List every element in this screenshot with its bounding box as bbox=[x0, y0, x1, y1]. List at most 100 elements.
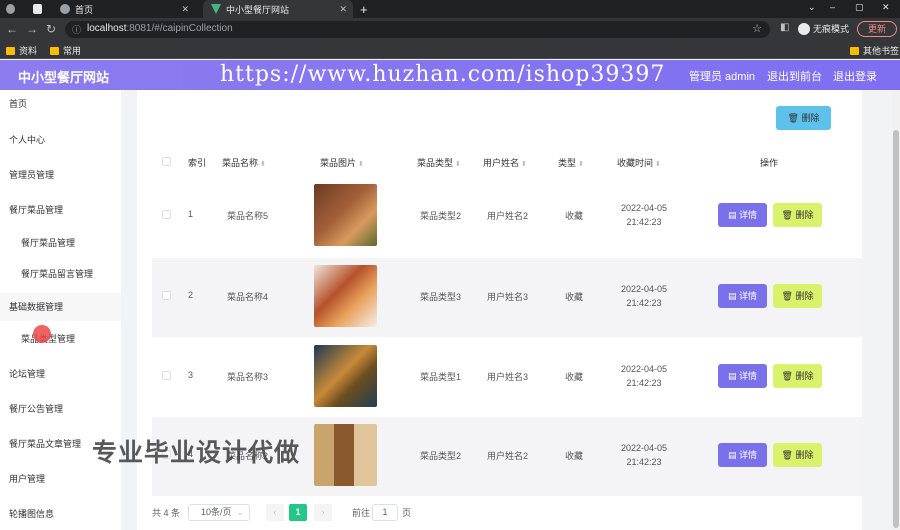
browser-menu-icon[interactable] bbox=[6, 0, 20, 18]
sidebar-item[interactable]: 用户管理 bbox=[0, 465, 121, 493]
page-number-button[interactable]: 1 bbox=[289, 504, 307, 521]
detail-button[interactable]: ▤ 详情 bbox=[718, 284, 767, 308]
delete-button[interactable]: 🗑 删除 bbox=[773, 203, 822, 227]
header-image[interactable]: 菜品图片 ⬍ bbox=[320, 156, 364, 169]
other-bookmarks[interactable]: 其他书签 bbox=[850, 44, 899, 57]
header-user[interactable]: 用户姓名 ⬍ bbox=[483, 156, 527, 169]
detail-button[interactable]: ▤ 详情 bbox=[718, 203, 767, 227]
cell-kind: 收藏 bbox=[565, 211, 584, 221]
logout-link[interactable]: 退出登录 bbox=[833, 68, 877, 84]
delete-button[interactable]: 🗑 删除 bbox=[773, 284, 822, 308]
sidebar-item[interactable]: 餐厅菜品管理 bbox=[0, 196, 121, 224]
header-time-label: 收藏时间 bbox=[617, 158, 654, 168]
new-tab-button[interactable]: + bbox=[360, 0, 368, 18]
globe-icon bbox=[60, 4, 70, 14]
sidebar-item-label: 轮播图信息 bbox=[9, 509, 55, 519]
sort-icon[interactable]: ⬍ bbox=[260, 161, 266, 168]
tab-list-icon[interactable]: ⌄ bbox=[808, 2, 816, 13]
reload-icon[interactable]: ↻ bbox=[46, 22, 56, 36]
cell-user: 用户姓名3 bbox=[487, 372, 529, 382]
sidebar-item-label: 论坛管理 bbox=[9, 369, 46, 379]
delete-button[interactable]: 🗑 删除 bbox=[773, 364, 822, 388]
forward-icon[interactable]: → bbox=[26, 22, 38, 36]
sidebar-item[interactable]: 餐厅公告管理 bbox=[0, 395, 121, 423]
update-button[interactable]: 更新 bbox=[857, 21, 897, 37]
tab-home[interactable]: 首页 ✕ bbox=[55, 0, 195, 18]
bookmark-folder[interactable]: 常用 bbox=[50, 44, 81, 57]
row-checkbox[interactable] bbox=[162, 371, 171, 380]
cell-name: 菜品名称5 bbox=[227, 211, 269, 221]
cell-time: 2022-04-05 21:42:23 bbox=[614, 201, 674, 229]
batch-delete-button[interactable]: 🗑 删除 bbox=[776, 106, 831, 130]
close-tab-icon[interactable]: ✕ bbox=[339, 4, 347, 15]
select-all-checkbox[interactable] bbox=[162, 157, 171, 166]
maximize-icon[interactable]: ▢ bbox=[855, 2, 864, 13]
front-page-link[interactable]: 退出到前台 bbox=[767, 68, 822, 84]
sidebar-item-label: 个人中心 bbox=[9, 135, 46, 145]
close-window-icon[interactable]: ✕ bbox=[882, 2, 890, 13]
sort-icon[interactable]: ⬍ bbox=[578, 161, 584, 168]
sidebar-item[interactable]: 轮播图信息 bbox=[0, 500, 121, 528]
sort-icon[interactable]: ⬍ bbox=[358, 161, 364, 168]
page-size-value: 10条/页 bbox=[201, 507, 232, 517]
bookmark-folder[interactable]: 资料 bbox=[6, 44, 37, 57]
prev-page-button[interactable]: ‹ bbox=[266, 504, 284, 521]
back-icon[interactable]: ← bbox=[6, 22, 18, 36]
tab-search-icon[interactable] bbox=[33, 0, 47, 18]
sidebar-item[interactable]: 管理员管理 bbox=[0, 161, 121, 189]
delete-button[interactable]: 🗑 删除 bbox=[773, 443, 822, 467]
detail-label: 详情 bbox=[739, 291, 758, 301]
sidebar-item[interactable]: 餐厅菜品管理 bbox=[0, 229, 121, 257]
star-icon[interactable]: ☆ bbox=[752, 22, 762, 35]
sidebar-item[interactable]: 首页 bbox=[0, 90, 121, 118]
cell-time: 2022-04-05 21:42:23 bbox=[614, 362, 674, 390]
url-host: localhost bbox=[87, 23, 127, 34]
sidepanel-icon[interactable]: ◧ bbox=[780, 22, 789, 33]
detail-button[interactable]: ▤ 详情 bbox=[718, 443, 767, 467]
trash-icon: 🗑 bbox=[781, 450, 793, 460]
sidebar-item[interactable]: 基础数据管理 bbox=[0, 293, 121, 321]
detail-button[interactable]: ▤ 详情 bbox=[718, 364, 767, 388]
header-kind[interactable]: 类型 ⬍ bbox=[558, 156, 584, 169]
cell-time: 2022-04-05 21:42:23 bbox=[614, 282, 674, 310]
incognito-indicator[interactable]: 无痕模式 bbox=[798, 22, 849, 35]
promo-overlay-text: 专业毕业设计代做 bbox=[92, 439, 301, 467]
cell-kind: 收藏 bbox=[565, 451, 584, 461]
url-field[interactable]: ⓘ localhost:8081/#/caipinCollection ☆ bbox=[65, 21, 770, 38]
cell-clock: 21:42:23 bbox=[626, 217, 662, 227]
cell-name: 菜品名称3 bbox=[227, 372, 269, 382]
trash-icon: 🗑 bbox=[787, 113, 799, 123]
sort-icon[interactable]: ⬍ bbox=[455, 161, 461, 168]
sidebar-item[interactable]: 菜品类型管理 bbox=[0, 325, 121, 353]
sort-icon[interactable]: ⬍ bbox=[521, 161, 527, 168]
page-size-select[interactable]: 10条/页 ⌄ bbox=[188, 504, 250, 521]
incognito-label: 无痕模式 bbox=[813, 24, 850, 34]
tab-home-label: 首页 bbox=[75, 4, 94, 15]
cell-clock: 21:42:23 bbox=[626, 457, 662, 467]
sidebar-item[interactable]: 论坛管理 bbox=[0, 360, 121, 388]
row-checkbox[interactable] bbox=[162, 291, 171, 300]
minimize-icon[interactable]: – bbox=[830, 2, 835, 12]
dish-image bbox=[314, 265, 377, 327]
sidebar-item-label: 首页 bbox=[9, 99, 28, 109]
header-type[interactable]: 菜品类型 ⬍ bbox=[417, 156, 461, 169]
next-page-button[interactable]: › bbox=[314, 504, 332, 521]
bookmarks-bar: 资料 常用 其他书签 bbox=[0, 41, 900, 59]
document-icon: ▤ bbox=[727, 450, 737, 460]
watermark-url: https://www.huzhan.com/ishop39397 bbox=[220, 62, 666, 87]
sidebar-item[interactable]: 个人中心 bbox=[0, 126, 121, 154]
row-checkbox[interactable] bbox=[162, 210, 171, 219]
tab-active[interactable]: 中小型餐厅网站 ✕ bbox=[203, 0, 353, 18]
header-time[interactable]: 收藏时间 ⬍ bbox=[617, 156, 661, 169]
delete-label: 删除 bbox=[795, 210, 814, 220]
trash-icon: 🗑 bbox=[781, 371, 793, 381]
sidebar-item-label: 餐厅菜品管理 bbox=[21, 238, 76, 248]
sort-icon[interactable]: ⬍ bbox=[655, 161, 661, 168]
header-user-label: 用户姓名 bbox=[483, 158, 520, 168]
scrollbar-thumb[interactable] bbox=[893, 130, 899, 528]
goto-page-input[interactable]: 1 bbox=[372, 504, 398, 521]
close-tab-icon[interactable]: ✕ bbox=[181, 4, 189, 15]
vue-icon bbox=[211, 4, 221, 14]
header-name[interactable]: 菜品名称 ⬍ bbox=[222, 156, 266, 169]
sidebar-item[interactable]: 餐厅菜品留言管理 bbox=[0, 260, 121, 288]
